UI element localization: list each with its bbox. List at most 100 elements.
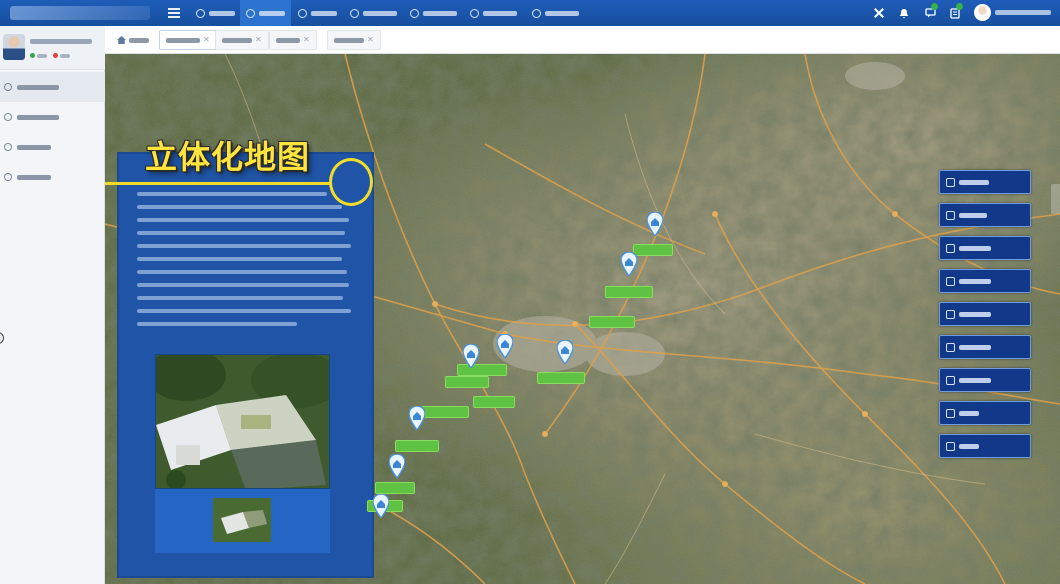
chart-icon	[946, 342, 955, 352]
project-icon	[946, 309, 955, 319]
marker-label[interactable]	[605, 286, 653, 298]
tab-close-icon[interactable]: ✕	[255, 36, 262, 44]
tab-close-icon[interactable]: ✕	[203, 36, 210, 44]
sidebar-item-2[interactable]	[0, 102, 105, 132]
map-function-label	[959, 377, 991, 383]
message-icon[interactable]	[920, 0, 940, 26]
task-icon[interactable]	[945, 0, 965, 26]
user-avatar[interactable]	[974, 4, 991, 21]
map-function-button[interactable]	[939, 170, 1031, 194]
pin-icon	[410, 8, 419, 18]
tab-close-icon[interactable]: ✕	[367, 36, 374, 44]
tab-bar: ✕ ✕ ✕ ✕	[105, 26, 1060, 54]
map-icon	[4, 83, 12, 91]
map-function-button[interactable]	[939, 368, 1031, 392]
nav-item-2[interactable]	[240, 0, 291, 26]
drone-icon	[4, 113, 12, 121]
close-icon[interactable]	[870, 0, 888, 26]
bell-icon[interactable]	[895, 0, 913, 26]
callout-circle	[329, 158, 373, 206]
notification-badge	[956, 3, 963, 10]
nav-item-label	[545, 10, 579, 16]
building-pin-icon[interactable]	[557, 340, 573, 364]
map-function-button[interactable]	[939, 269, 1031, 293]
nav-item-7[interactable]	[526, 0, 585, 26]
layers-icon	[946, 210, 955, 220]
status-label	[37, 54, 47, 58]
sidebar-item-label	[17, 144, 51, 150]
logout-icon[interactable]	[53, 53, 58, 58]
map-function-label	[959, 245, 991, 251]
map-function-label	[959, 212, 987, 218]
building-pin-icon[interactable]	[647, 212, 663, 236]
nav-item-label	[209, 10, 235, 16]
marker-label[interactable]	[589, 316, 635, 328]
map-function-label	[959, 311, 991, 317]
marker-label[interactable]	[633, 244, 673, 256]
nav-item-label	[423, 10, 457, 16]
sidebar-item-label	[17, 114, 59, 120]
notification-badge	[931, 3, 938, 10]
building-pin-icon[interactable]	[373, 494, 389, 518]
map-function-button[interactable]	[939, 335, 1031, 359]
building-pin-icon[interactable]	[463, 344, 479, 368]
aerial-photo[interactable]	[155, 354, 330, 489]
map-function-button[interactable]	[939, 302, 1031, 326]
map-function-button[interactable]	[939, 203, 1031, 227]
building-pin-icon[interactable]	[389, 454, 405, 478]
location-icon	[946, 408, 955, 418]
tab-home[interactable]	[111, 30, 155, 50]
nav-item-label	[483, 10, 517, 16]
satellite-map[interactable]: 立体化地图	[105, 54, 1060, 584]
map-function-button[interactable]	[939, 434, 1031, 458]
nav-item-4[interactable]	[344, 0, 403, 26]
building-pin-icon[interactable]	[497, 334, 513, 358]
project-icon	[946, 243, 955, 253]
logout-label[interactable]	[60, 54, 70, 58]
marker-label[interactable]	[473, 396, 515, 408]
map-function-label	[959, 410, 979, 416]
nav-item-label	[363, 10, 397, 16]
nav-item-5[interactable]	[404, 0, 463, 26]
camera-icon	[4, 143, 12, 151]
tab-4[interactable]: ✕	[327, 30, 381, 50]
tab-close-icon[interactable]: ✕	[303, 36, 310, 44]
tab-2[interactable]: ✕	[215, 30, 269, 50]
building-pin-icon[interactable]	[621, 252, 637, 276]
home-icon	[196, 8, 205, 18]
sidebar-item-4[interactable]	[0, 162, 105, 192]
nav-item-label	[259, 10, 285, 16]
sidebar-item-3[interactable]	[0, 132, 105, 162]
profile-name	[30, 39, 92, 44]
marker-label[interactable]	[395, 440, 439, 452]
avatar	[3, 34, 25, 60]
tab-label	[222, 37, 252, 43]
thumbnail-photo[interactable]	[213, 498, 271, 542]
marker-label[interactable]	[445, 376, 489, 388]
top-bar	[0, 0, 1060, 26]
hamburger-icon[interactable]	[166, 5, 182, 21]
tab-label	[129, 37, 149, 43]
tab-3[interactable]: ✕	[269, 30, 317, 50]
project-icon	[946, 276, 955, 286]
map-function-label	[959, 344, 991, 350]
nav-item-1[interactable]	[190, 0, 241, 26]
nav-item-3[interactable]	[292, 0, 343, 26]
map-function-button[interactable]	[939, 236, 1031, 260]
home-icon	[117, 36, 126, 44]
nav-item-6[interactable]	[464, 0, 523, 26]
panel-collapse-handle[interactable]	[1051, 184, 1060, 214]
user-name[interactable]	[995, 10, 1051, 15]
map-function-label	[959, 443, 979, 449]
sidebar-item-1[interactable]	[0, 72, 105, 102]
building-pin-icon[interactable]	[409, 406, 425, 430]
sidebar-item-label	[17, 84, 59, 90]
tab-1[interactable]: ✕	[159, 30, 217, 50]
grid-icon	[946, 441, 955, 451]
tab-label	[276, 37, 300, 43]
map-function-button[interactable]	[939, 401, 1031, 425]
marker-label[interactable]	[537, 372, 585, 384]
map-function-label	[959, 278, 991, 284]
marker-label[interactable]	[421, 406, 469, 418]
marker-label[interactable]	[375, 482, 415, 494]
